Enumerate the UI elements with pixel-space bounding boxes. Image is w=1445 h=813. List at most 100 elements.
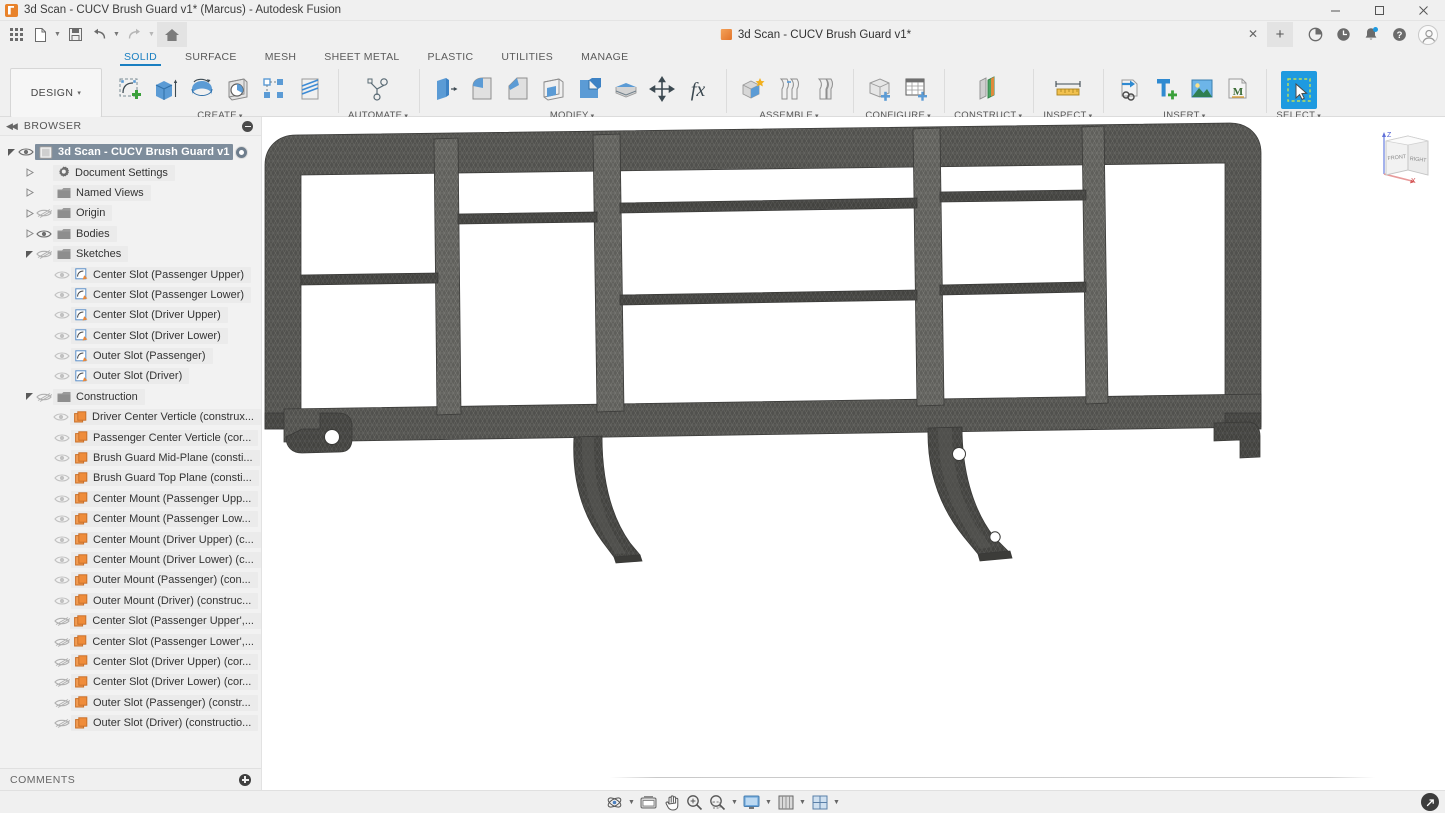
- tree-row[interactable]: Center Slot (Driver Lower): [0, 326, 261, 346]
- chamfer-icon[interactable]: [501, 69, 535, 109]
- tree-row[interactable]: Center Slot (Passenger Lower',...: [0, 631, 261, 651]
- as-built-joint-icon[interactable]: [808, 69, 842, 109]
- notifications-icon[interactable]: [1357, 22, 1385, 47]
- close-window-button[interactable]: [1401, 0, 1445, 21]
- change-parameters-icon[interactable]: fx: [681, 69, 715, 109]
- hole-icon[interactable]: [221, 69, 255, 109]
- insert-mcmaster-icon[interactable]: [1149, 69, 1183, 109]
- expand-triangle-closed-icon[interactable]: [24, 183, 35, 203]
- eye-visible-icon[interactable]: [54, 595, 70, 607]
- help-icon[interactable]: ?: [1385, 22, 1413, 47]
- viewports-dropdown-caret-icon[interactable]: ▼: [832, 792, 842, 812]
- tree-item[interactable]: 3d Scan - CUCV Brush Guard v1: [35, 144, 233, 160]
- close-document-tab-button[interactable]: ✕: [1245, 26, 1261, 42]
- visibility-toggle[interactable]: [53, 611, 71, 631]
- tree-item[interactable]: Center Slot (Driver Upper): [71, 307, 228, 323]
- save-icon[interactable]: [63, 22, 87, 47]
- tab-utilities[interactable]: UTILITIES: [487, 48, 567, 65]
- visibility-toggle[interactable]: [35, 387, 53, 407]
- split-face-icon[interactable]: [609, 69, 643, 109]
- eye-visible-icon[interactable]: [54, 330, 70, 342]
- revolve-icon[interactable]: [185, 69, 219, 109]
- visibility-toggle[interactable]: [35, 244, 53, 264]
- tree-row[interactable]: Center Slot (Passenger Lower): [0, 285, 261, 305]
- eye-visible-icon[interactable]: [54, 534, 70, 546]
- tree-row[interactable]: Center Slot (Driver Lower) (cor...: [0, 672, 261, 692]
- look-at-button[interactable]: [638, 792, 660, 812]
- tree-row[interactable]: Outer Slot (Driver): [0, 366, 261, 386]
- tree-row[interactable]: Center Slot (Driver Upper) (cor...: [0, 652, 261, 672]
- eye-hidden-icon[interactable]: [54, 717, 70, 729]
- eye-visible-icon[interactable]: [54, 269, 70, 281]
- tree-row[interactable]: 3d Scan - CUCV Brush Guard v1: [0, 142, 261, 162]
- tree-row[interactable]: Center Mount (Driver Lower) (c...: [0, 550, 261, 570]
- grid-snaps-button[interactable]: [775, 792, 797, 812]
- undo-dropdown-caret-icon[interactable]: ▼: [111, 22, 122, 47]
- visibility-toggle[interactable]: [53, 428, 71, 448]
- visibility-toggle[interactable]: [53, 652, 71, 672]
- zoom-window-button[interactable]: [707, 792, 729, 812]
- visibility-toggle[interactable]: [53, 693, 71, 713]
- pattern-icon[interactable]: [257, 69, 291, 109]
- visibility-toggle[interactable]: [53, 326, 71, 346]
- file-icon[interactable]: [28, 22, 52, 47]
- eye-visible-icon[interactable]: [18, 146, 34, 158]
- apps-grid-icon[interactable]: [4, 22, 28, 47]
- tree-row[interactable]: Passenger Center Verticle (cor...: [0, 427, 261, 447]
- visibility-toggle[interactable]: [53, 285, 71, 305]
- job-status-icon[interactable]: [1301, 22, 1329, 47]
- tree-row[interactable]: Outer Slot (Driver) (constructio...: [0, 713, 261, 733]
- tree-item[interactable]: Center Mount (Passenger Low...: [71, 511, 258, 527]
- tree-item[interactable]: Center Slot (Passenger Upper',...: [70, 613, 261, 629]
- tree-row[interactable]: Named Views: [0, 183, 261, 203]
- tree-row[interactable]: Center Slot (Driver Upper): [0, 305, 261, 325]
- tree-item[interactable]: Bodies: [53, 226, 117, 242]
- tree-item[interactable]: Center Slot (Driver Lower) (cor...: [71, 674, 258, 690]
- eye-visible-icon[interactable]: [53, 411, 69, 423]
- visibility-toggle[interactable]: [53, 366, 71, 386]
- insert-derive-icon[interactable]: [1113, 69, 1147, 109]
- visibility-toggle[interactable]: [17, 142, 35, 162]
- collapse-arrows-icon[interactable]: ◀◀: [6, 121, 16, 132]
- tree-item[interactable]: Document Settings: [53, 165, 175, 181]
- tree-item[interactable]: Center Slot (Passenger Lower',...: [70, 634, 261, 650]
- tab-manage[interactable]: MANAGE: [567, 48, 642, 65]
- create-configuration-icon[interactable]: [863, 69, 897, 109]
- visibility-toggle[interactable]: [53, 265, 71, 285]
- tree-row[interactable]: Document Settings: [0, 162, 261, 182]
- visibility-toggle[interactable]: [53, 407, 70, 427]
- tree-row[interactable]: Center Slot (Passenger Upper',...: [0, 611, 261, 631]
- orbit-dropdown-caret-icon[interactable]: ▼: [627, 792, 637, 812]
- visibility-toggle[interactable]: [53, 550, 71, 570]
- eye-hidden-icon[interactable]: [36, 248, 52, 260]
- visibility-toggle[interactable]: [53, 591, 71, 611]
- eye-visible-icon[interactable]: [54, 452, 70, 464]
- configuration-table-icon[interactable]: [899, 69, 933, 109]
- visibility-toggle[interactable]: [53, 570, 71, 590]
- minus-circle-icon[interactable]: [242, 121, 253, 132]
- tree-item[interactable]: Brush Guard Mid-Plane (consti...: [71, 450, 260, 466]
- shell-icon[interactable]: [537, 69, 571, 109]
- viewport-canvas[interactable]: Z X FRONT RIGHT: [262, 117, 1445, 790]
- tree-row[interactable]: Driver Center Verticle (construx...: [0, 407, 261, 427]
- tree-row[interactable]: Sketches: [0, 244, 261, 264]
- expand-triangle-closed-icon[interactable]: [24, 203, 35, 223]
- visibility-toggle[interactable]: [53, 305, 71, 325]
- visibility-toggle[interactable]: [53, 448, 71, 468]
- fillet-icon[interactable]: [465, 69, 499, 109]
- visibility-toggle[interactable]: [53, 713, 71, 733]
- viewports-button[interactable]: [809, 792, 831, 812]
- document-tab[interactable]: 3d Scan - CUCV Brush Guard v1*: [711, 21, 921, 48]
- tree-row[interactable]: Origin: [0, 203, 261, 223]
- undo-icon[interactable]: [87, 22, 111, 47]
- tab-surface[interactable]: SURFACE: [171, 48, 251, 65]
- tree-row[interactable]: Outer Mount (Passenger) (con...: [0, 570, 261, 590]
- tree-item[interactable]: Center Slot (Driver Upper) (cor...: [71, 654, 258, 670]
- file-dropdown-caret-icon[interactable]: ▼: [52, 22, 63, 47]
- eye-visible-icon[interactable]: [54, 350, 70, 362]
- tree-item[interactable]: Center Slot (Passenger Upper): [71, 267, 251, 283]
- tree-row[interactable]: Brush Guard Top Plane (consti...: [0, 468, 261, 488]
- tab-sheet-metal[interactable]: SHEET METAL: [310, 48, 413, 65]
- visibility-toggle[interactable]: [53, 489, 71, 509]
- eye-hidden-icon[interactable]: [36, 207, 52, 219]
